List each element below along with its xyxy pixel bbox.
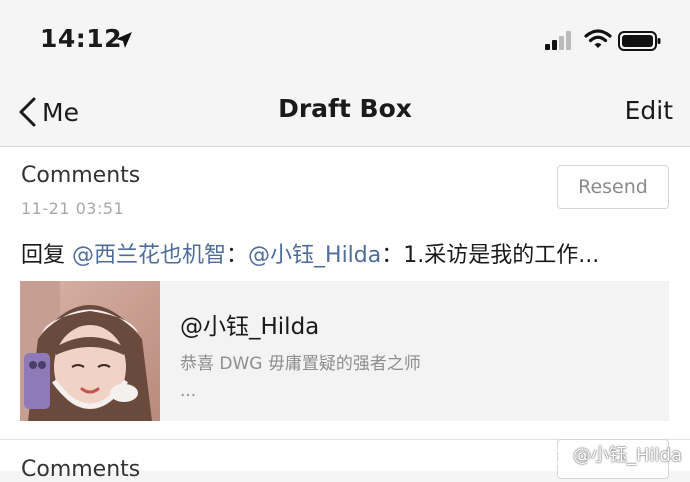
weibo-logo-icon xyxy=(543,445,568,465)
post-thumbnail xyxy=(20,281,160,421)
cellular-signal-icon xyxy=(545,31,571,50)
draft-type-label: Comments xyxy=(21,163,141,188)
draft-text: 回复 @西兰花也机智：@小钰_Hilda：1.采访是我的工作... xyxy=(21,237,599,269)
draft-body: 1.采访是我的工作... xyxy=(403,243,600,268)
edit-button[interactable]: Edit xyxy=(625,96,673,125)
separator: ： xyxy=(381,243,404,268)
resend-button[interactable]: Resend xyxy=(557,165,669,209)
quoted-text: 恭喜 DWG 毋庸置疑的强者之师 xyxy=(180,354,421,374)
mention-link[interactable]: @西兰花也机智 xyxy=(72,243,226,268)
battery-icon xyxy=(618,31,661,51)
watermark-text: @小钰_Hilda xyxy=(573,445,682,466)
page-title: Draft Box xyxy=(278,94,412,123)
navigation-bar: Me Draft Box Edit xyxy=(0,80,690,147)
wifi-icon xyxy=(584,29,612,48)
location-arrow-icon xyxy=(116,32,132,48)
quoted-author: @小钰_Hilda xyxy=(180,314,320,340)
draft-item[interactable]: Comments 11-21 03:51 Resend 回复 @西兰花也机智：@… xyxy=(0,147,690,439)
draft-timestamp: 11-21 03:51 xyxy=(21,199,125,218)
watermark: @小钰_Hilda xyxy=(543,439,682,469)
quoted-ellipsis: ... xyxy=(180,381,197,401)
status-bar: 14:12 xyxy=(0,0,690,80)
mention-link[interactable]: @小钰_Hilda xyxy=(248,243,381,268)
quoted-post-card[interactable]: @小钰_Hilda 恭喜 DWG 毋庸置疑的强者之师 ... xyxy=(20,281,669,421)
draft-list: Comments 11-21 03:51 Resend 回复 @西兰花也机智：@… xyxy=(0,147,690,482)
reply-prefix: 回复 xyxy=(21,243,72,268)
status-time: 14:12 xyxy=(40,24,123,53)
separator: ： xyxy=(226,243,249,268)
draft-type-label: Comments xyxy=(21,457,141,482)
